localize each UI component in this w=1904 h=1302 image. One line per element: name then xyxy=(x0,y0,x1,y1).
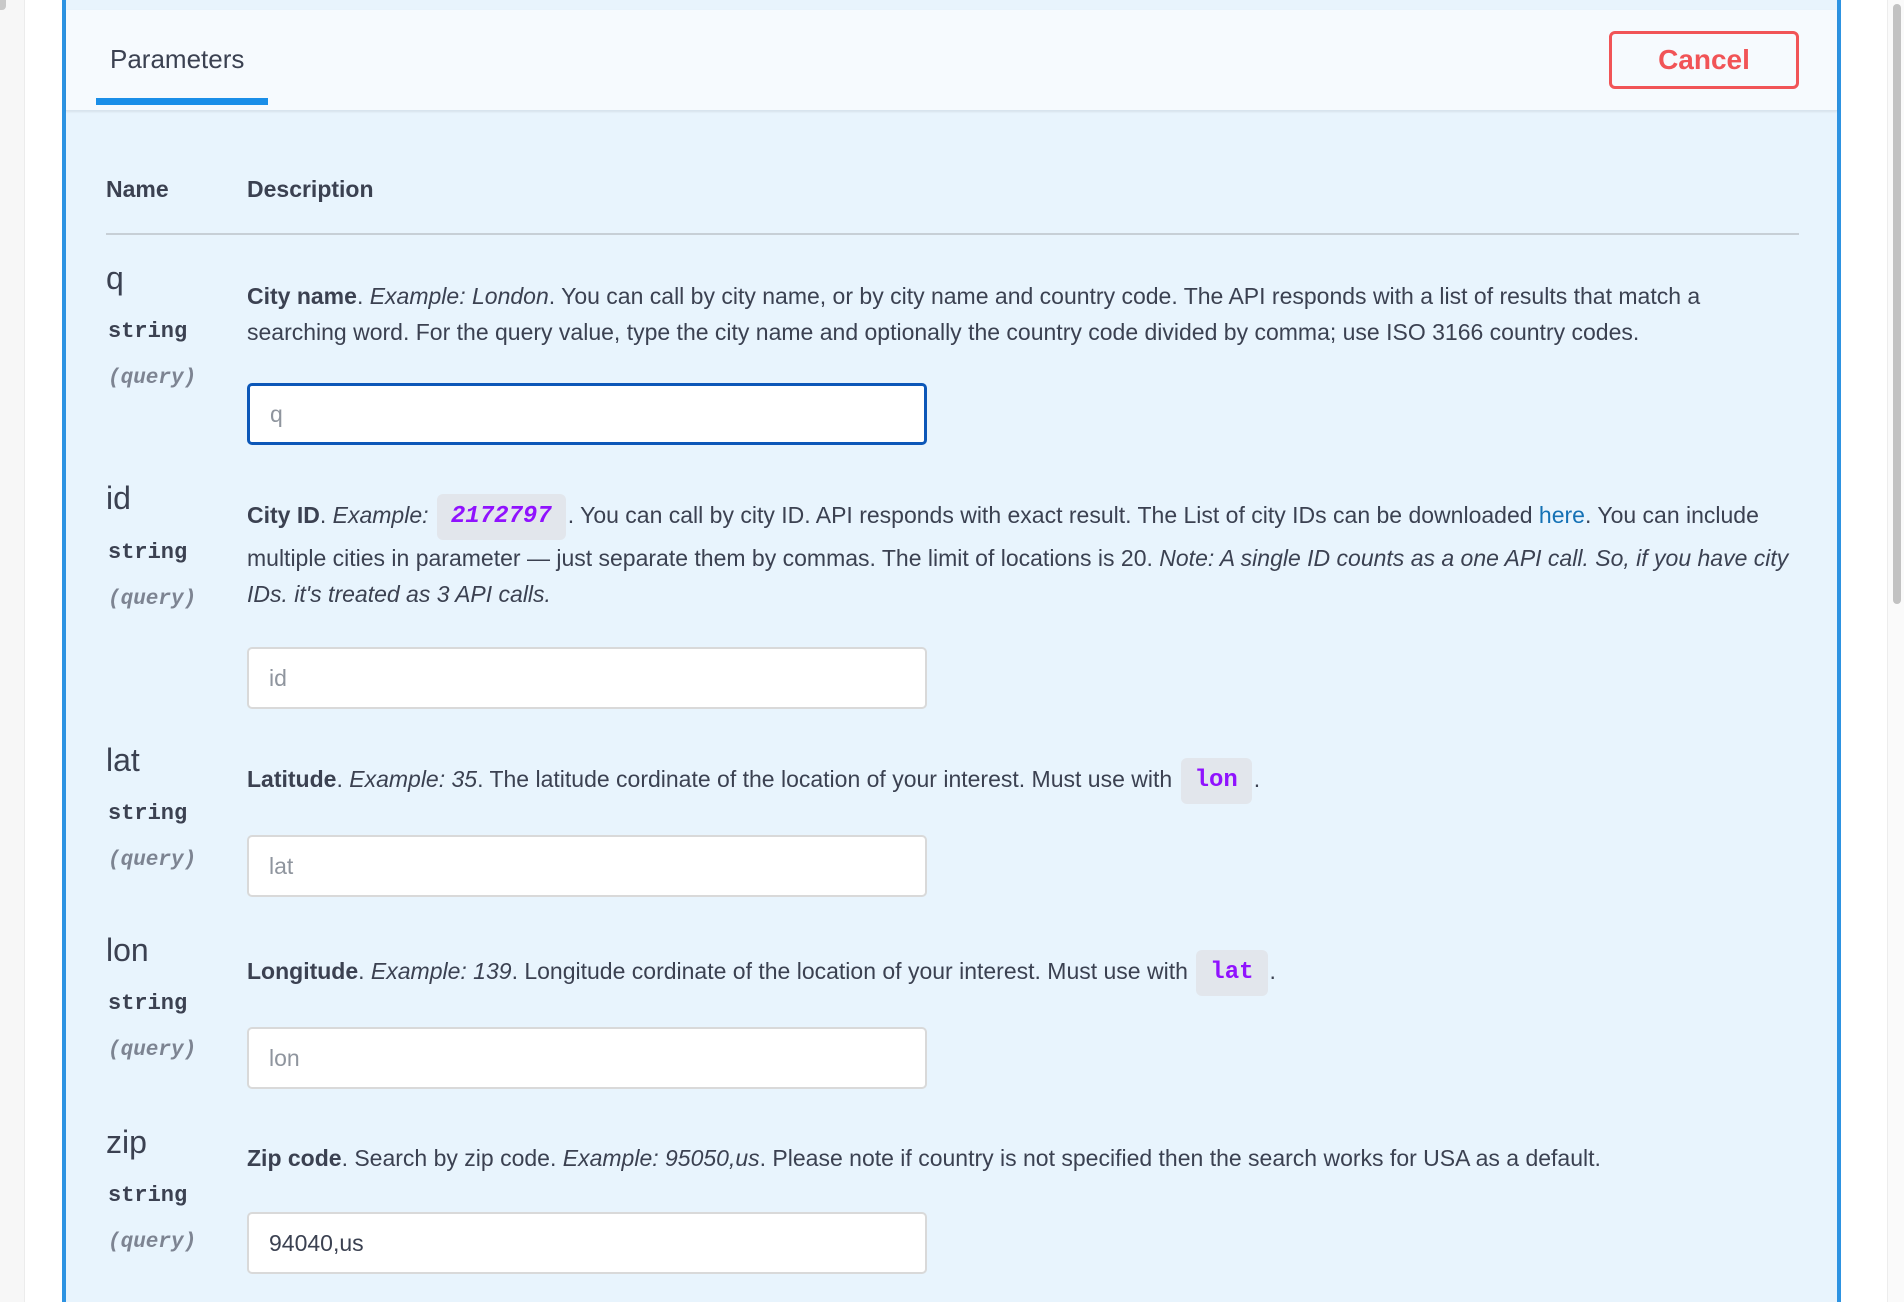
q-input[interactable] xyxy=(247,383,927,445)
code-lat: lat xyxy=(1196,950,1268,996)
param-location: (query) xyxy=(108,367,197,390)
tab-active-indicator xyxy=(96,98,268,105)
param-name: lon xyxy=(106,932,149,968)
param-description: Longitude. Example: 139. Longitude cordi… xyxy=(247,950,1799,996)
example-code: 2172797 xyxy=(436,494,566,540)
param-description: City ID. Example: 2172797. You can call … xyxy=(247,494,1799,612)
lon-input[interactable] xyxy=(247,1027,927,1089)
param-type: string xyxy=(108,991,188,1016)
tab-label: Parameters xyxy=(110,44,245,74)
operation-panel: Parameters Cancel Name Description q str… xyxy=(62,0,1841,1302)
param-name: zip xyxy=(106,1124,147,1160)
param-location: (query) xyxy=(108,1231,197,1254)
param-description: Latitude. Example: 35. The latitude cord… xyxy=(247,758,1799,804)
param-type: string xyxy=(108,801,188,826)
param-name: q xyxy=(106,260,124,296)
code-lon: lon xyxy=(1180,758,1252,804)
column-header-description: Description xyxy=(247,176,374,202)
header-divider xyxy=(106,233,1799,235)
cancel-button[interactable]: Cancel xyxy=(1609,31,1799,89)
zip-input[interactable] xyxy=(247,1212,927,1274)
param-name: lat xyxy=(106,742,140,778)
param-description: Zip code. Search by zip code. Example: 9… xyxy=(247,1145,1601,1171)
param-type: string xyxy=(108,319,188,344)
param-location: (query) xyxy=(108,849,197,872)
tab-parameters[interactable]: Parameters xyxy=(96,10,268,110)
left-gutter xyxy=(0,0,25,1302)
param-description: City name. Example: London. You can call… xyxy=(247,283,1701,345)
id-input[interactable] xyxy=(247,647,927,709)
scrollbar[interactable] xyxy=(1887,0,1904,1302)
column-header-name: Name xyxy=(106,176,169,202)
param-location: (query) xyxy=(108,588,197,611)
param-name: id xyxy=(106,480,131,516)
lat-input[interactable] xyxy=(247,835,927,897)
scrollbar-thumb[interactable] xyxy=(1893,4,1901,604)
param-location: (query) xyxy=(108,1039,197,1062)
param-type: string xyxy=(108,1183,188,1208)
tab-bar: Parameters Cancel xyxy=(66,10,1837,111)
param-type: string xyxy=(108,540,188,565)
gutter-marker xyxy=(0,0,6,10)
here-link[interactable]: here xyxy=(1539,502,1585,528)
